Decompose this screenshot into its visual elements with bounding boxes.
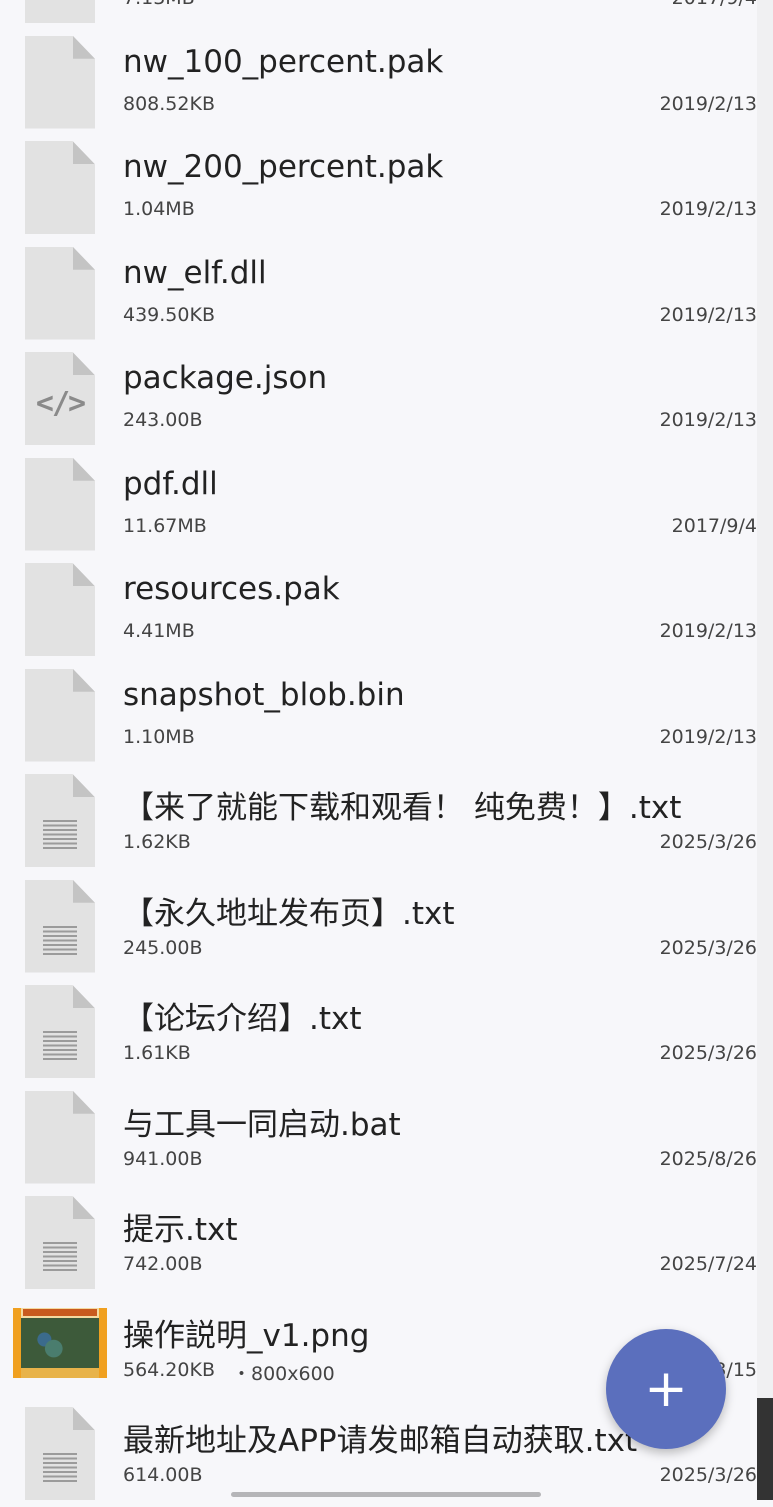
file-size: 742.00B bbox=[123, 1253, 203, 1275]
file-size: 614.00B bbox=[123, 1464, 203, 1486]
generic-file-icon bbox=[25, 457, 95, 551]
file-row[interactable]: resources.pak 4.41MB 2019/2/13 bbox=[0, 557, 757, 663]
file-size: 439.50KB bbox=[123, 303, 215, 326]
file-name: 提示.txt bbox=[123, 1212, 238, 1248]
file-date: 2025/8/26 bbox=[659, 1147, 757, 1170]
text-file-icon bbox=[25, 985, 95, 1078]
image-thumbnail bbox=[13, 1307, 107, 1378]
file-date: 2025/3/26 bbox=[659, 831, 757, 853]
file-size: 1.61KB bbox=[123, 1042, 191, 1064]
file-date: 2017/9/4 bbox=[671, 514, 757, 537]
file-row[interactable]: </> package.json 243.00B 2019/2/13 bbox=[0, 346, 757, 452]
file-name: nw_200_percent.pak bbox=[123, 149, 444, 185]
file-size: 243.00B bbox=[123, 409, 203, 431]
file-size: 7.13MB bbox=[123, 0, 195, 9]
file-row[interactable]: 提示.txt 742.00B 2025/7/24 bbox=[0, 1190, 757, 1296]
generic-file-icon bbox=[25, 0, 95, 23]
file-name: 与工具一同启动.bat bbox=[123, 1106, 401, 1143]
file-name: 【论坛介绍】.txt bbox=[123, 1001, 362, 1037]
file-date: 2017/9/4 bbox=[672, 0, 757, 9]
scrollbar[interactable] bbox=[757, 0, 773, 1500]
file-name: package.json bbox=[123, 360, 328, 396]
file-name: pdf.dll bbox=[123, 465, 218, 502]
file-name: nw_elf.dll bbox=[123, 254, 267, 291]
file-size: 941.00B bbox=[123, 1147, 203, 1170]
text-file-icon bbox=[25, 1196, 95, 1289]
file-size: 4.41MB bbox=[123, 620, 195, 642]
text-file-icon bbox=[25, 1407, 95, 1500]
file-name: nw_100_percent.pak bbox=[123, 43, 444, 80]
file-size: 808.52KB bbox=[123, 92, 215, 115]
file-row[interactable]: 【永久地址发布页】.txt 245.00B 2025/3/26 bbox=[0, 874, 757, 980]
file-row[interactable]: nw_200_percent.pak 1.04MB 2019/2/13 bbox=[0, 135, 757, 241]
file-date: 2025/3/26 bbox=[659, 1042, 757, 1064]
file-date: 2025/3/26 bbox=[659, 1464, 757, 1486]
file-date: 2025/7/24 bbox=[659, 1253, 757, 1275]
file-row[interactable]: snapshot_blob.bin 1.10MB 2019/2/13 bbox=[0, 663, 757, 769]
generic-file-icon bbox=[25, 1090, 95, 1184]
gesture-nav-handle[interactable] bbox=[231, 1492, 541, 1497]
file-date: 2019/2/13 bbox=[659, 303, 757, 326]
text-file-icon bbox=[25, 774, 95, 867]
file-row[interactable]: 【来了就能下载和观看！ 纯免费！】.txt 1.62KB 2025/3/26 bbox=[0, 768, 757, 874]
file-date: 2019/2/13 bbox=[659, 725, 757, 748]
file-row[interactable]: nw_elf.dll 439.50KB 2019/2/13 bbox=[0, 241, 757, 347]
code-glyph: </> bbox=[35, 386, 86, 421]
generic-file-icon bbox=[25, 668, 95, 762]
file-name: 【来了就能下载和观看！ 纯免费！】.txt bbox=[123, 790, 682, 826]
file-size: 564.20KB bbox=[123, 1358, 215, 1381]
file-row[interactable]: nw_100_percent.pak 808.52KB 2019/2/13 bbox=[0, 30, 757, 136]
file-size: 11.67MB bbox=[123, 514, 207, 537]
file-row[interactable]: 与工具一同启动.bat 941.00B 2025/8/26 bbox=[0, 1085, 757, 1191]
file-date: 2019/2/13 bbox=[659, 409, 757, 431]
file-date: 2019/2/13 bbox=[659, 92, 757, 115]
scrollbar-thumb[interactable] bbox=[757, 1398, 773, 1500]
file-name: resources.pak bbox=[123, 571, 340, 607]
file-row[interactable]: 【论坛介绍】.txt 1.61KB 2025/3/26 bbox=[0, 979, 757, 1085]
file-row[interactable]: pdf.dll 11.67MB 2017/9/4 bbox=[0, 452, 757, 558]
file-name: snapshot_blob.bin bbox=[123, 676, 405, 713]
text-file-icon bbox=[25, 879, 95, 973]
generic-file-icon bbox=[25, 563, 95, 656]
generic-file-icon bbox=[25, 141, 95, 234]
file-name: 【永久地址发布页】.txt bbox=[123, 895, 455, 932]
code-file-icon: </> bbox=[25, 352, 95, 445]
file-list: 7.13MB 2017/9/4 nw_100_percent.pak 808.5… bbox=[0, 0, 757, 1507]
file-date: 2019/2/13 bbox=[659, 620, 757, 642]
generic-file-icon bbox=[25, 35, 95, 129]
file-size: 1.62KB bbox=[123, 831, 191, 853]
file-date: 2025/3/26 bbox=[659, 936, 757, 959]
file-size: 1.10MB bbox=[123, 725, 195, 748]
file-date: 2019/2/13 bbox=[659, 198, 757, 220]
generic-file-icon bbox=[25, 246, 95, 340]
file-size: 1.04MB bbox=[123, 198, 195, 220]
file-row[interactable]: 7.13MB 2017/9/4 bbox=[0, 0, 757, 30]
file-size: 245.00B bbox=[123, 936, 203, 959]
add-button[interactable]: + bbox=[606, 1329, 726, 1449]
image-dimensions: ・800x600 bbox=[232, 1362, 335, 1385]
plus-icon: + bbox=[644, 1359, 688, 1419]
